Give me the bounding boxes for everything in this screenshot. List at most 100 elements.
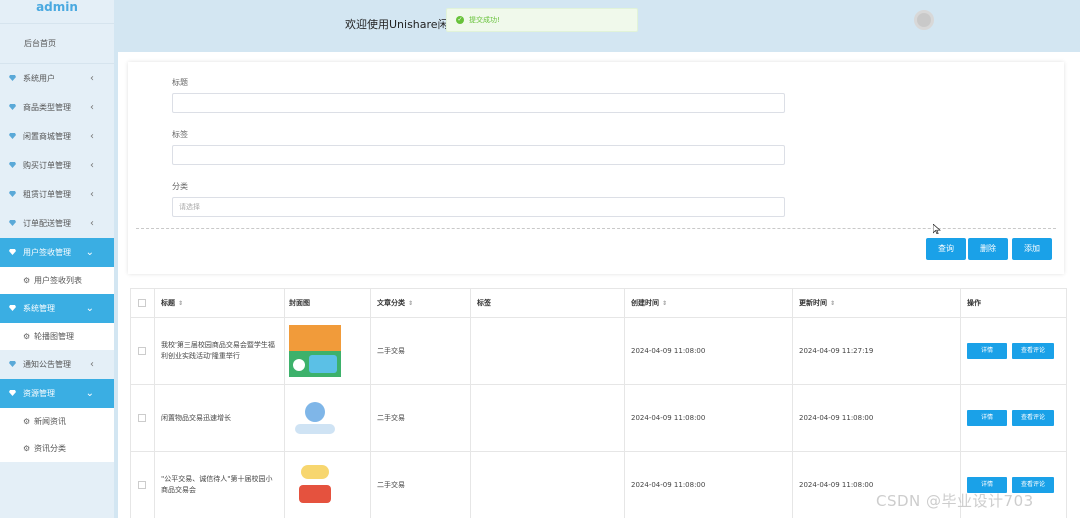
check-circle-icon: ✓	[456, 16, 464, 24]
add-button[interactable]: 添加	[1012, 238, 1052, 260]
cell-tags	[471, 385, 625, 451]
view-comments-button[interactable]: 查看评论	[1012, 343, 1054, 359]
header-title[interactable]: 标题 ⇕	[155, 289, 285, 317]
cell-category: 二手交易	[371, 385, 471, 451]
success-toast: ✓ 提交成功!	[446, 8, 638, 32]
sidebar-subitem-carousel[interactable]: ⚙ 轮播图管理	[0, 323, 114, 350]
table-row: 闲置物品交易迅速增长 二手交易 2024-04-09 11:08:00 2024…	[131, 385, 1066, 452]
sidebar-item-label: 用户签收管理	[23, 248, 71, 257]
divider	[136, 228, 1056, 229]
cell-cover	[285, 452, 371, 518]
avatar[interactable]	[914, 10, 934, 30]
sidebar-subitem-label: 新闻资讯	[34, 417, 66, 426]
select-all-checkbox[interactable]	[138, 299, 146, 307]
chevron-down-icon: ⌄	[85, 303, 94, 314]
diamond-icon	[9, 104, 16, 110]
cell-created: 2024-04-09 11:08:00	[625, 318, 793, 384]
cell-title: 我校'第三届校园商品交易会暨学生福利创业实践活动'隆重举行	[155, 318, 285, 384]
sidebar-item-purchase-orders[interactable]: 购买订单管理 ‹	[0, 151, 114, 180]
header-updated[interactable]: 更新时间 ⇕	[793, 289, 961, 317]
sidebar-item-notices[interactable]: 通知公告管理 ‹	[0, 350, 114, 379]
row-title: 闲置物品交易迅速增长	[161, 413, 231, 422]
diamond-icon	[9, 361, 16, 367]
sidebar-item-rental-orders[interactable]: 租赁订单管理 ‹	[0, 180, 114, 209]
sort-icon: ⇕	[408, 299, 414, 307]
sidebar-item-label: 订单配送管理	[23, 219, 71, 228]
header-label: 标题	[161, 299, 175, 307]
sidebar-item-product-types[interactable]: 商品类型管理 ‹	[0, 93, 114, 122]
tags-input[interactable]	[172, 145, 785, 165]
cell-updated: 2024-04-09 11:08:00	[793, 385, 961, 451]
chevron-left-icon: ‹	[90, 359, 94, 370]
main-panel: 标题 标签 分类 请选择 查询 删除 添加 标题 ⇕ 封面图 文章分类 ⇕ 标签 创…	[118, 52, 1080, 518]
diamond-icon	[9, 162, 16, 168]
diamond-icon	[9, 249, 16, 255]
diamond-icon	[9, 305, 16, 311]
gear-icon: ⚙	[23, 417, 31, 426]
row-checkbox-cell	[131, 385, 155, 451]
sidebar-subitem-label: 资讯分类	[34, 444, 66, 453]
cell-created: 2024-04-09 11:08:00	[625, 385, 793, 451]
sidebar: admin 后台首页 系统用户 ‹ 商品类型管理 ‹ 闲置商城管理 ‹ 购买订单…	[0, 0, 114, 518]
sidebar-subitem-label: 用户签收列表	[34, 276, 82, 285]
title-label: 标题	[172, 78, 188, 87]
sidebar-item-label: 闲置商城管理	[23, 132, 71, 141]
cell-cover	[285, 385, 371, 451]
header-checkbox-cell	[131, 289, 155, 317]
cell-category: 二手交易	[371, 318, 471, 384]
cover-image	[289, 459, 341, 511]
chevron-left-icon: ‹	[90, 131, 94, 142]
sort-icon: ⇕	[662, 299, 668, 307]
cover-image	[289, 325, 341, 377]
sidebar-item-idle-mall[interactable]: 闲置商城管理 ‹	[0, 122, 114, 151]
chevron-left-icon: ‹	[90, 73, 94, 84]
sidebar-item-user-receipt[interactable]: 用户签收管理 ⌄	[0, 238, 114, 267]
header-category[interactable]: 文章分类 ⇕	[371, 289, 471, 317]
chevron-left-icon: ‹	[90, 189, 94, 200]
table-row: 我校'第三届校园商品交易会暨学生福利创业实践活动'隆重举行 二手交易 2024-…	[131, 318, 1066, 385]
header-label: 操作	[967, 299, 981, 307]
sidebar-item-home[interactable]: 后台首页	[0, 24, 114, 64]
sidebar-item-system-users[interactable]: 系统用户 ‹	[0, 64, 114, 93]
header-actions: 操作	[961, 289, 1066, 317]
row-checkbox-cell	[131, 452, 155, 518]
cell-updated: 2024-04-09 11:27:19	[793, 318, 961, 384]
header-label: 封面图	[289, 299, 310, 307]
sort-icon: ⇕	[178, 299, 184, 307]
table-header: 标题 ⇕ 封面图 文章分类 ⇕ 标签 创建时间 ⇕ 更新时间 ⇕ 操作	[131, 289, 1066, 318]
chevron-down-icon: ⌄	[85, 247, 94, 258]
row-title: "公平交易、诚信待人"第十届校园小商品交易会	[161, 475, 273, 494]
row-checkbox-cell	[131, 318, 155, 384]
cell-created: 2024-04-09 11:08:00	[625, 452, 793, 518]
row-title: 我校'第三届校园商品交易会暨学生福利创业实践活动'隆重举行	[161, 341, 275, 360]
sidebar-item-label: 系统管理	[23, 304, 55, 313]
header-label: 更新时间	[799, 299, 827, 307]
sidebar-subitem-news[interactable]: ⚙ 新闻资讯	[0, 408, 114, 435]
sidebar-subitem-news-category[interactable]: ⚙ 资讯分类	[0, 435, 114, 462]
header-created[interactable]: 创建时间 ⇕	[625, 289, 793, 317]
category-label: 分类	[172, 182, 188, 191]
cell-title: 闲置物品交易迅速增长	[155, 385, 285, 451]
category-select[interactable]: 请选择	[172, 197, 785, 217]
row-checkbox[interactable]	[138, 347, 146, 355]
sidebar-item-system-manage[interactable]: 系统管理 ⌄	[0, 294, 114, 323]
sidebar-item-label: 系统用户	[23, 74, 55, 83]
row-checkbox[interactable]	[138, 481, 146, 489]
watermark: CSDN @毕业设计703	[876, 492, 1034, 510]
row-checkbox[interactable]	[138, 414, 146, 422]
cell-cover	[285, 318, 371, 384]
sidebar-item-delivery[interactable]: 订单配送管理 ‹	[0, 209, 114, 238]
sidebar-item-resources[interactable]: 资源管理 ⌄	[0, 379, 114, 408]
sidebar-item-label: 租赁订单管理	[23, 190, 71, 199]
diamond-icon	[9, 191, 16, 197]
delete-button[interactable]: 删除	[968, 238, 1008, 260]
title-input[interactable]	[172, 93, 785, 113]
article-table: 标题 ⇕ 封面图 文章分类 ⇕ 标签 创建时间 ⇕ 更新时间 ⇕ 操作 我校'第三届校园…	[130, 288, 1067, 518]
mouse-cursor-icon	[933, 224, 941, 234]
sidebar-subitem-receipt-list[interactable]: ⚙ 用户签收列表	[0, 267, 114, 294]
detail-button[interactable]: 详情	[967, 410, 1007, 426]
query-button[interactable]: 查询	[926, 238, 966, 260]
view-comments-button[interactable]: 查看评论	[1012, 410, 1054, 426]
detail-button[interactable]: 详情	[967, 343, 1007, 359]
sidebar-item-label: 商品类型管理	[23, 103, 71, 112]
